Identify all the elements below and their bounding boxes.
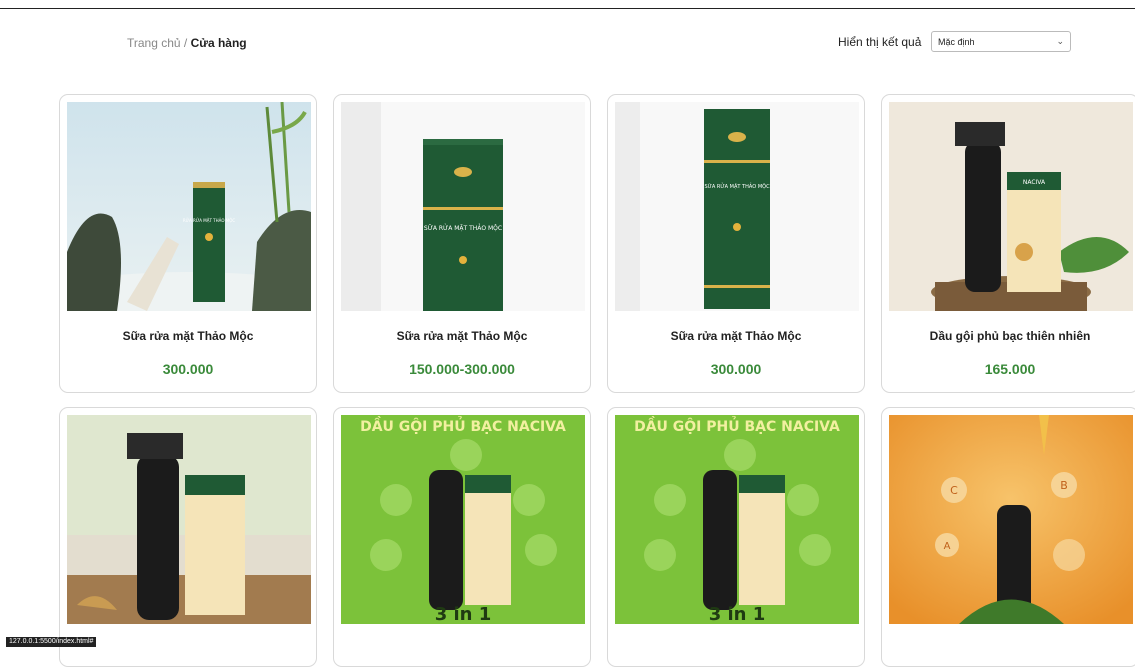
product-image[interactable] [67,415,311,624]
product-image[interactable]: SỮA RỬA MẶT THẢO MỘC [341,102,585,311]
product-card[interactable]: SỮA RỬA MẶT THẢO MỘC Sữa rửa mặt Thảo Mộ… [607,94,865,393]
product-card[interactable] [59,407,317,667]
product-card[interactable]: C B A [881,407,1135,667]
vitamin-a-badge: A [944,541,951,552]
vitamin-c-badge: C [950,484,958,497]
status-bar-url: 127.0.0.1:5500/index.html# [6,637,97,647]
breadcrumb-separator: / [180,36,191,50]
product-price: 300.000 [162,361,214,377]
product-name[interactable]: Sữa rửa mặt Thảo Mộc [334,329,590,343]
tagline-text: 3 in 1 [709,604,766,624]
product-image[interactable]: C B A [889,415,1133,624]
banner-text: DẦU GỘI PHỦ BẠC NACIVA [360,416,566,435]
breadcrumb-home[interactable]: Trang chủ [127,36,181,50]
product-image[interactable]: DẦU GỘI PHỦ BẠC NACIVA 3 in 1 [615,415,859,624]
breadcrumb: Trang chủ / Cửa hàng [127,36,247,50]
product-card[interactable]: DẦU GỘI PHỦ BẠC NACIVA 3 in 1 [333,407,591,667]
product-image[interactable]: RỬA RỬA MẶT THẢO MỘC [67,102,311,311]
product-price: 165.000 [984,361,1036,377]
product-name[interactable]: Sữa rửa mặt Thảo Mộc [60,329,316,343]
tagline-text: 3 in 1 [435,604,492,624]
sort-selected-value: Mặc định [938,36,975,47]
box-label: RỬA RỬA MẶT THẢO MỘC [183,218,236,223]
product-name[interactable]: Dầu gội phủ bạc thiên nhiên [882,329,1135,343]
product-name[interactable]: Sữa rửa mặt Thảo Mộc [608,329,864,343]
product-card[interactable]: SỮA RỬA MẶT THẢO MỘC Sữa rửa mặt Thảo Mộ… [333,94,591,393]
product-price: 300.000 [710,361,762,377]
vitamin-b-badge: B [1060,479,1068,492]
product-image[interactable]: NACIVA [889,102,1133,311]
breadcrumb-current: Cửa hàng [190,36,247,50]
product-card[interactable]: RỬA RỬA MẶT THẢO MỘC Sữa rửa mặt Thảo Mộ… [59,94,317,393]
chevron-down-icon: ⌄ [1056,36,1064,46]
sort-select[interactable]: Mặc định ⌄ [931,31,1071,52]
product-card[interactable]: NACIVA Dầu gội phủ bạc thiên nhiên 165.0… [881,94,1135,393]
banner-text: DẦU GỘI PHỦ BẠC NACIVA [634,416,840,435]
product-image[interactable]: DẦU GỘI PHỦ BẠC NACIVA 3 in 1 [341,415,585,624]
product-price: 150.000-300.000 [409,361,515,377]
top-divider [0,8,1135,9]
product-image[interactable]: SỮA RỬA MẶT THẢO MỘC [615,102,859,311]
product-card[interactable]: DẦU GỘI PHỦ BẠC NACIVA 3 in 1 [607,407,865,667]
box-label: SỮA RỬA MẶT THẢO MỘC [704,182,770,190]
box-label: NACIVA [1023,179,1046,186]
box-label: SỮA RỬA MẶT THẢO MỘC [424,224,502,232]
sort-label: Hiển thị kết quả [838,35,922,49]
